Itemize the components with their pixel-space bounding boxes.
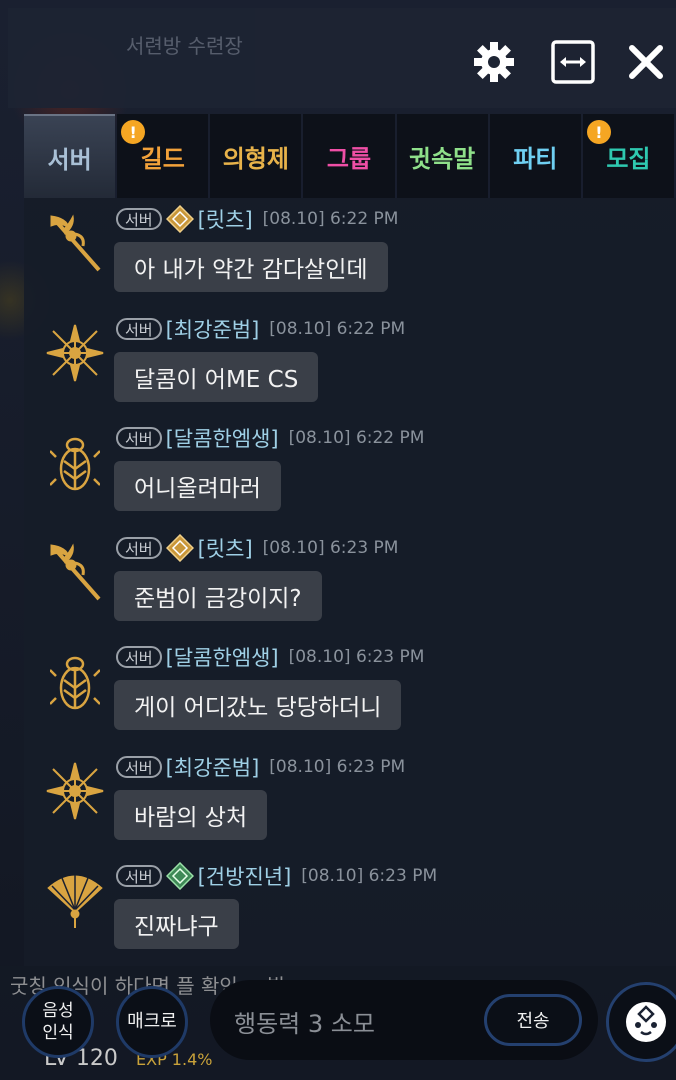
channel-chip: 서버: [116, 318, 162, 340]
beetle-emblem-icon[interactable]: [44, 650, 106, 712]
tab-recruit[interactable]: ! 모집: [582, 114, 674, 198]
chat-message: 서버 [릿츠] [08.10] 6:23 PM 준범이 금강이지?: [24, 527, 676, 637]
gear-icon[interactable]: [470, 38, 518, 86]
tab-label: 모집: [606, 144, 651, 173]
tab-sworn-brothers[interactable]: 의형제: [210, 114, 302, 198]
voice-input-button[interactable]: 음성 인식: [22, 986, 94, 1058]
chat-input-bar: 굿칭 인식이 하다면 플 확인 ~ 발 LV 120 EXP 1.4% 음성 인…: [0, 966, 676, 1080]
emoji-icon: [626, 1002, 666, 1042]
beetle-emblem-icon[interactable]: [44, 431, 106, 493]
tab-label: 파티: [513, 144, 558, 173]
message-bubble: 어니올려마러: [114, 461, 281, 511]
rank-badge-icon: [165, 534, 198, 562]
tab-whisper[interactable]: 귓속말: [396, 114, 488, 198]
chat-message: 서버 [건방진년] [08.10] 6:23 PM 진짜냐구: [24, 855, 676, 965]
send-label: 전송: [516, 1011, 550, 1032]
input-placeholder: 행동력 3 소모: [234, 1010, 375, 1038]
channel-chip: 서버: [116, 208, 162, 230]
message-bubble: 아 내가 약간 감다살인데: [114, 242, 388, 292]
channel-chip: 서버: [116, 756, 162, 778]
close-icon[interactable]: [622, 38, 670, 86]
message-meta: 서버 [달콤한엠생] [08.10] 6:23 PM: [116, 642, 424, 672]
sender-name[interactable]: [최강준범]: [166, 314, 260, 344]
header-background-text: 서련방 수련장: [126, 34, 243, 58]
message-meta: 서버 [최강준범] [08.10] 6:22 PM: [116, 314, 405, 344]
chat-message-list[interactable]: 서버 [릿츠] [08.10] 6:22 PM 아 내가 약간 감다살인데 서버 [최강준…: [24, 198, 676, 966]
chat-message: 서버 [달콤한엠생] [08.10] 6:22 PM 어니올려마러: [24, 417, 676, 527]
chat-message: 서버 [최강준범] [08.10] 6:22 PM 달콤이 어ME CS: [24, 308, 676, 418]
tab-guild[interactable]: ! 길드: [117, 114, 209, 198]
message-bubble: 바람의 상처: [114, 790, 268, 840]
tab-label: 귓속말: [409, 144, 476, 173]
rank-badge-icon: [165, 862, 198, 890]
macro-label: 매크로: [127, 1011, 177, 1032]
channel-tabs: 서버 ! 길드 의형제 그룹 귓속말 파티 ! 모집: [24, 114, 676, 198]
fan-icon[interactable]: [44, 869, 106, 931]
channel-chip: 서버: [116, 865, 162, 887]
message-bubble: 진짜냐구: [114, 899, 239, 949]
sender-name[interactable]: [달콤한엠생]: [166, 642, 279, 672]
tab-group[interactable]: 그룹: [303, 114, 395, 198]
message-meta: 서버 [최강준범] [08.10] 6:23 PM: [116, 752, 405, 782]
message-meta: 서버 [릿츠] [08.10] 6:22 PM: [116, 204, 398, 234]
channel-chip: 서버: [116, 537, 162, 559]
message-bubble: 준범이 금강이지?: [114, 571, 322, 621]
channel-chip: 서버: [116, 646, 162, 668]
tab-server[interactable]: 서버: [24, 114, 116, 198]
expand-horizontal-icon[interactable]: [549, 38, 597, 86]
timestamp: [08.10] 6:22 PM: [288, 428, 425, 448]
message-meta: 서버 [달콤한엠생] [08.10] 6:22 PM: [116, 423, 424, 453]
compass-rose-icon[interactable]: [44, 760, 106, 822]
tab-party[interactable]: 파티: [489, 114, 581, 198]
message-meta: 서버 [릿츠] [08.10] 6:23 PM: [116, 533, 398, 563]
macro-button[interactable]: 매크로: [116, 986, 188, 1058]
tab-label: 그룹: [326, 144, 372, 173]
timestamp: [08.10] 6:22 PM: [262, 209, 399, 229]
chat-input-field[interactable]: 행동력 3 소모 전송: [210, 980, 598, 1060]
timestamp: [08.10] 6:23 PM: [269, 757, 406, 777]
timestamp: [08.10] 6:23 PM: [262, 538, 399, 558]
channel-chip: 서버: [116, 427, 162, 449]
tab-label: 길드: [140, 144, 185, 173]
chat-message: 서버 [달콤한엠생] [08.10] 6:23 PM 게이 어디갔노 당당하더니: [24, 636, 676, 746]
timestamp: [08.10] 6:23 PM: [288, 647, 425, 667]
alert-icon: !: [121, 120, 146, 144]
tab-label: 서버: [47, 145, 92, 174]
message-meta: 서버 [건방진년] [08.10] 6:23 PM: [116, 861, 437, 891]
staff-icon[interactable]: [44, 212, 106, 274]
timestamp: [08.10] 6:22 PM: [269, 319, 406, 339]
chat-message: 서버 [릿츠] [08.10] 6:22 PM 아 내가 약간 감다살인데: [24, 198, 676, 308]
tab-label: 의형제: [222, 144, 289, 173]
emoji-button[interactable]: [606, 982, 676, 1062]
chat-message: 서버 [최강준범] [08.10] 6:23 PM 바람의 상처: [24, 746, 676, 856]
timestamp: [08.10] 6:23 PM: [301, 866, 438, 886]
send-button[interactable]: 전송: [484, 994, 582, 1046]
compass-rose-icon[interactable]: [44, 322, 106, 384]
sender-name[interactable]: [달콤한엠생]: [166, 423, 279, 453]
sender-name[interactable]: [건방진년]: [198, 861, 292, 891]
rank-badge-icon: [165, 205, 198, 233]
voice-input-label: 음성 인식: [42, 1001, 74, 1043]
sender-name[interactable]: [최강준범]: [166, 752, 260, 782]
alert-icon: !: [586, 120, 611, 144]
message-bubble: 게이 어디갔노 당당하더니: [114, 680, 402, 730]
message-bubble: 달콤이 어ME CS: [114, 352, 319, 402]
sender-name[interactable]: [릿츠]: [198, 204, 253, 234]
sender-name[interactable]: [릿츠]: [198, 533, 253, 563]
staff-icon[interactable]: [44, 541, 106, 603]
